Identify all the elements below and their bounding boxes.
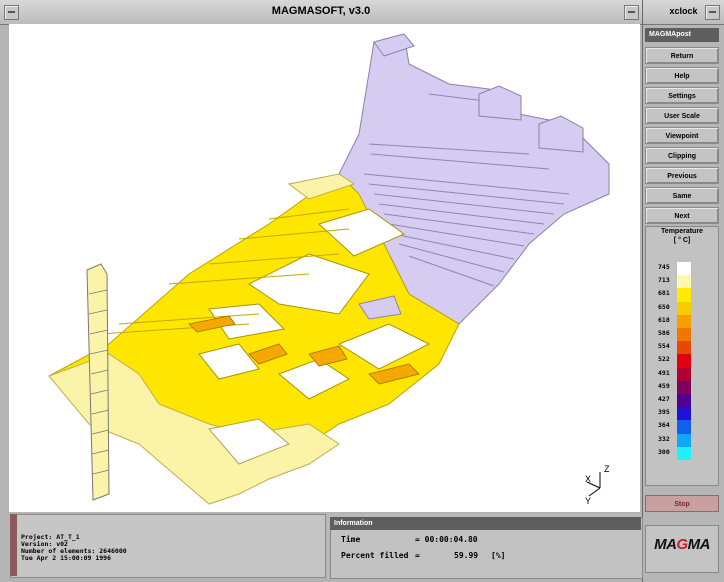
legend-swatch	[677, 433, 691, 448]
filled-value: 59.99	[454, 551, 479, 560]
casting-riser	[86, 263, 110, 501]
legend-value: 650	[658, 302, 670, 311]
side-minimize-icon	[709, 11, 716, 13]
minimize-button[interactable]	[624, 5, 639, 20]
legend-title: Temperature	[661, 228, 703, 235]
legend-value: 745	[658, 263, 670, 271]
legend-unit: [ ° C]	[673, 237, 691, 244]
filled-label: Percent filled	[341, 551, 409, 560]
legend-swatch	[677, 262, 691, 276]
axis-x-label: X	[585, 474, 591, 484]
casting-boss-1	[478, 85, 522, 121]
filled-equals: =	[415, 551, 420, 560]
legend-value: 364	[658, 421, 670, 430]
legend-swatch	[677, 380, 691, 395]
project-panel: Project: AT_T_1 Version: v02 Number of e…	[10, 514, 326, 578]
minimize-icon	[628, 11, 635, 13]
legend-value: 554	[658, 342, 670, 351]
time-value: = 00:00:04.80	[415, 535, 478, 544]
legend-swatch	[677, 446, 691, 461]
magmapost-header: MAGMApost	[645, 28, 719, 42]
legend-swatch	[677, 341, 691, 355]
legend-value: 427	[658, 395, 670, 403]
legend-swatch	[677, 394, 691, 408]
casting-simulation-render: Z X Y	[48, 33, 610, 506]
legend-value: 332	[658, 434, 670, 443]
side-minimize-button[interactable]	[705, 5, 720, 20]
legend-swatch	[677, 354, 691, 369]
legend-value: 300	[658, 447, 670, 456]
project-date: Tue Apr 2 15:00:09 1996	[21, 554, 112, 562]
window-menu-icon	[8, 11, 15, 13]
previous-button[interactable]: Previous	[645, 167, 719, 184]
legend-swatch	[677, 301, 691, 316]
legend-value: 681	[658, 289, 670, 298]
stop-button[interactable]: Stop	[645, 495, 719, 512]
help-button[interactable]: Help	[645, 67, 719, 84]
time-label: Time	[341, 535, 361, 544]
legend-swatch	[677, 288, 691, 303]
filled-unit: [%]	[491, 551, 506, 560]
return-button[interactable]: Return	[645, 47, 719, 64]
legend-value: 459	[658, 381, 670, 390]
casting-viewport[interactable]: Z X Y	[9, 24, 640, 512]
viewpoint-button[interactable]: Viewpoint	[645, 127, 719, 144]
axis-y-label: Y	[585, 496, 591, 506]
user-scale-button[interactable]: User Scale	[645, 107, 719, 124]
legend-value: 586	[658, 329, 670, 337]
main-window-title: MAGMASOFT, v3.0	[271, 5, 371, 17]
legend-swatch	[677, 328, 691, 342]
same-button[interactable]: Same	[645, 187, 719, 204]
casting-boss-2	[538, 115, 584, 153]
magma-logo: MAGMA	[654, 536, 710, 553]
axis-z-label: Z	[604, 464, 610, 474]
clipping-button[interactable]: Clipping	[645, 147, 719, 164]
legend-value: 618	[658, 315, 670, 324]
window-menu-button[interactable]	[4, 5, 19, 20]
project-scrollbar[interactable]	[10, 514, 17, 576]
legend-swatch	[677, 275, 691, 289]
legend-swatch	[677, 420, 691, 435]
legend-value: 522	[658, 355, 670, 364]
legend-value: 713	[658, 276, 670, 285]
legend-swatch	[677, 367, 691, 382]
legend-swatch	[677, 407, 691, 421]
settings-button[interactable]: Settings	[645, 87, 719, 104]
next-button[interactable]: Next	[645, 207, 719, 224]
legend-swatch	[677, 314, 691, 329]
legend-value: 395	[658, 408, 670, 417]
information-header: Information	[330, 517, 641, 530]
legend-value: 491	[658, 368, 670, 377]
